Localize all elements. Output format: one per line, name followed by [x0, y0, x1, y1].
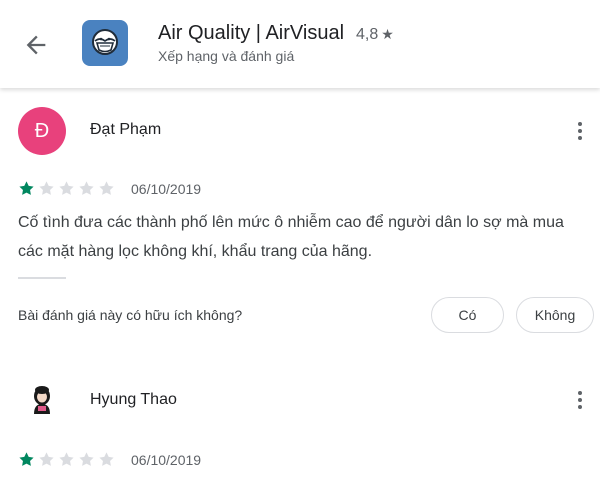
app-icon[interactable] [82, 20, 128, 66]
star-rating [18, 180, 115, 197]
review-author: Đạt Phạm [90, 121, 162, 138]
star-filled-icon [19, 452, 34, 466]
star-empty-icon [39, 181, 54, 195]
helpful-no-button[interactable]: Không [516, 297, 594, 333]
avatar-illustration-icon [34, 386, 50, 414]
review-author: Hyung Thao [90, 391, 177, 408]
avatar-letter: Đ [34, 119, 50, 142]
masked-face-icon [92, 29, 118, 55]
more-options-button[interactable] [566, 382, 594, 418]
more-vert-icon [578, 391, 582, 395]
avatar [18, 376, 66, 424]
star-rating [18, 451, 115, 468]
star-empty-icon [99, 181, 114, 195]
star-empty-icon [79, 452, 94, 466]
helpful-question: Bài đánh giá này có hữu ích không? [18, 307, 243, 323]
star-empty-icon [79, 181, 94, 195]
back-button[interactable] [14, 23, 58, 67]
app-subtitle: Xếp hạng và đánh giá [158, 48, 295, 64]
star-empty-icon [59, 181, 74, 195]
review-text: Cố tình đưa các thành phố lên mức ô nhiễ… [18, 214, 564, 260]
helpful-yes-button[interactable]: Có [431, 297, 504, 333]
star-filled-icon [19, 181, 34, 195]
more-options-button[interactable] [566, 113, 594, 149]
app-header: Air Quality | AirVisual 4,8 ★ Xếp hạng v… [0, 0, 600, 88]
app-rating: 4,8 [356, 26, 379, 43]
app-title: Air Quality | AirVisual [158, 22, 345, 44]
app-title-row: Air Quality | AirVisual 4,8 ★ [158, 22, 394, 45]
star-empty-icon [59, 452, 74, 466]
star-empty-icon [99, 452, 114, 466]
avatar: Đ [18, 107, 66, 155]
review-date: 06/10/2019 [131, 181, 202, 197]
arrow-back-icon [26, 35, 46, 55]
more-vert-icon [578, 122, 582, 126]
review-date: 06/10/2019 [131, 452, 202, 468]
divider [18, 277, 66, 279]
star-icon: ★ [381, 26, 394, 42]
star-empty-icon [39, 452, 54, 466]
